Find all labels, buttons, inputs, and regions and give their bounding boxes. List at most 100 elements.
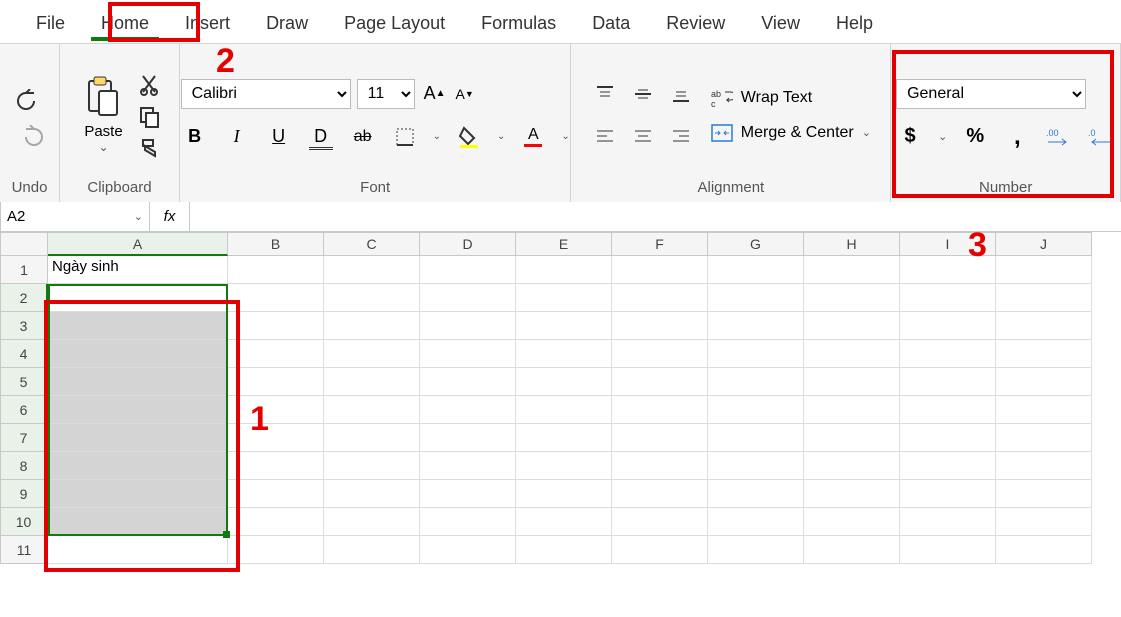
cell-G9[interactable]: [708, 480, 804, 508]
cell-B1[interactable]: [228, 256, 324, 284]
cell-G7[interactable]: [708, 424, 804, 452]
cell-B4[interactable]: [228, 340, 324, 368]
double-underline-button[interactable]: D: [307, 123, 335, 151]
cell-B11[interactable]: [228, 536, 324, 564]
cell-G5[interactable]: [708, 368, 804, 396]
col-header-B[interactable]: B: [228, 232, 324, 256]
cell-I9[interactable]: [900, 480, 996, 508]
cell-D7[interactable]: [420, 424, 516, 452]
row-header-3[interactable]: 3: [0, 312, 48, 340]
cell-F8[interactable]: [612, 452, 708, 480]
cell-J7[interactable]: [996, 424, 1092, 452]
cell-B9[interactable]: [228, 480, 324, 508]
cell-D11[interactable]: [420, 536, 516, 564]
cell-F9[interactable]: [612, 480, 708, 508]
fx-icon[interactable]: fx: [150, 202, 190, 231]
name-box[interactable]: A2 ⌄: [0, 202, 150, 231]
cell-D1[interactable]: [420, 256, 516, 284]
cell-F1[interactable]: [612, 256, 708, 284]
cell-J6[interactable]: [996, 396, 1092, 424]
cell-A7[interactable]: [48, 424, 228, 452]
decrease-font-icon[interactable]: A▼: [451, 80, 479, 108]
row-header-4[interactable]: 4: [0, 340, 48, 368]
cell-G2[interactable]: [708, 284, 804, 312]
align-center-icon[interactable]: [629, 122, 657, 150]
cell-H9[interactable]: [804, 480, 900, 508]
tab-insert[interactable]: Insert: [167, 3, 248, 40]
cell-E11[interactable]: [516, 536, 612, 564]
tab-page-layout[interactable]: Page Layout: [326, 3, 463, 40]
cell-A5[interactable]: [48, 368, 228, 396]
increase-font-icon[interactable]: A▲: [421, 80, 449, 108]
cell-H4[interactable]: [804, 340, 900, 368]
col-header-A[interactable]: A: [48, 232, 228, 256]
cell-F10[interactable]: [612, 508, 708, 536]
row-header-10[interactable]: 10: [0, 508, 48, 536]
cell-C9[interactable]: [324, 480, 420, 508]
cell-B7[interactable]: [228, 424, 324, 452]
number-format-select[interactable]: General: [896, 79, 1086, 109]
cell-H6[interactable]: [804, 396, 900, 424]
cell-D10[interactable]: [420, 508, 516, 536]
percent-format-icon[interactable]: %: [961, 123, 989, 151]
increase-decimal-icon[interactable]: .00: [1045, 123, 1073, 151]
tab-data[interactable]: Data: [574, 3, 648, 40]
cell-E4[interactable]: [516, 340, 612, 368]
cell-H5[interactable]: [804, 368, 900, 396]
cell-B8[interactable]: [228, 452, 324, 480]
cell-G3[interactable]: [708, 312, 804, 340]
paste-button[interactable]: Paste ⌄: [78, 75, 128, 154]
decrease-decimal-icon[interactable]: .0: [1087, 123, 1115, 151]
cell-H1[interactable]: [804, 256, 900, 284]
align-top-icon[interactable]: [591, 80, 619, 108]
cell-D2[interactable]: [420, 284, 516, 312]
cut-icon[interactable]: [139, 74, 161, 96]
wrap-text-button[interactable]: abc Wrap Text: [711, 88, 871, 108]
cell-D8[interactable]: [420, 452, 516, 480]
row-header-1[interactable]: 1: [0, 256, 48, 284]
tab-review[interactable]: Review: [648, 3, 743, 40]
cell-A1[interactable]: Ngày sinh: [48, 256, 228, 284]
cell-F6[interactable]: [612, 396, 708, 424]
comma-format-icon[interactable]: ,: [1003, 123, 1031, 151]
cell-F7[interactable]: [612, 424, 708, 452]
font-size-select[interactable]: 11: [357, 79, 415, 109]
cell-I8[interactable]: [900, 452, 996, 480]
col-header-H[interactable]: H: [804, 232, 900, 256]
cell-H2[interactable]: [804, 284, 900, 312]
cell-D5[interactable]: [420, 368, 516, 396]
accounting-chevron-icon[interactable]: ⌄: [938, 130, 947, 143]
font-name-select[interactable]: Calibri: [181, 79, 351, 109]
cell-C4[interactable]: [324, 340, 420, 368]
row-header-8[interactable]: 8: [0, 452, 48, 480]
row-header-5[interactable]: 5: [0, 368, 48, 396]
cell-D3[interactable]: [420, 312, 516, 340]
cell-B3[interactable]: [228, 312, 324, 340]
col-header-C[interactable]: C: [324, 232, 420, 256]
cell-A8[interactable]: [48, 452, 228, 480]
font-color-chevron-icon[interactable]: ⌄: [561, 131, 569, 142]
cell-A9[interactable]: [48, 480, 228, 508]
cell-J9[interactable]: [996, 480, 1092, 508]
row-header-9[interactable]: 9: [0, 480, 48, 508]
bold-button[interactable]: B: [181, 123, 209, 151]
cell-A6[interactable]: [48, 396, 228, 424]
cell-E5[interactable]: [516, 368, 612, 396]
cell-J10[interactable]: [996, 508, 1092, 536]
cell-H8[interactable]: [804, 452, 900, 480]
cell-F11[interactable]: [612, 536, 708, 564]
col-header-D[interactable]: D: [420, 232, 516, 256]
row-header-2[interactable]: 2: [0, 284, 48, 312]
cell-J1[interactable]: [996, 256, 1092, 284]
cell-I7[interactable]: [900, 424, 996, 452]
cell-I5[interactable]: [900, 368, 996, 396]
cell-I4[interactable]: [900, 340, 996, 368]
borders-icon[interactable]: [391, 123, 419, 151]
fill-chevron-icon[interactable]: ⌄: [497, 131, 505, 142]
cell-C6[interactable]: [324, 396, 420, 424]
cell-I10[interactable]: [900, 508, 996, 536]
cell-B6[interactable]: [228, 396, 324, 424]
cell-J3[interactable]: [996, 312, 1092, 340]
borders-chevron-icon[interactable]: ⌄: [433, 131, 441, 142]
tab-file[interactable]: File: [18, 3, 83, 40]
